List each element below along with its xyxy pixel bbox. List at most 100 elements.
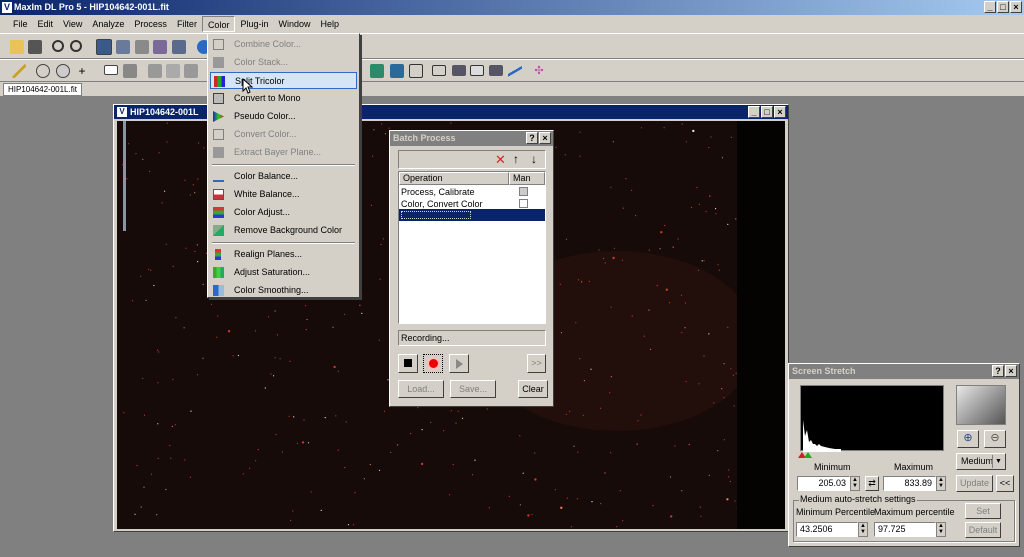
histogram-icon[interactable] xyxy=(470,65,484,76)
stop-button[interactable] xyxy=(398,354,418,373)
minimum-spinner[interactable]: ▲ ▼ xyxy=(850,476,860,491)
batch-row-man-checkbox[interactable] xyxy=(519,187,528,196)
save-button[interactable]: Save... xyxy=(450,380,496,398)
clear-button[interactable]: Clear xyxy=(518,380,548,398)
menu-edit[interactable]: Edit xyxy=(33,16,59,32)
window-icon[interactable] xyxy=(432,65,446,76)
batch-row-selected-empty[interactable] xyxy=(399,209,545,221)
menu-item-combine-color[interactable]: Combine Color... xyxy=(210,36,357,53)
sparkle-icon[interactable]: ✣ xyxy=(532,64,546,78)
max-percentile-spinner[interactable]: ▲ ▼ xyxy=(936,522,946,537)
menu-help[interactable]: Help xyxy=(315,16,344,32)
document-tab[interactable]: HIP104642-001L.fit xyxy=(3,83,82,96)
image-icon[interactable] xyxy=(452,65,466,76)
image-view-icon[interactable] xyxy=(96,39,112,55)
stretch-title-bar[interactable]: Screen Stretch ? × xyxy=(789,364,1019,379)
camera-icon[interactable] xyxy=(172,40,186,54)
open-icon[interactable] xyxy=(10,40,24,54)
batch-row-man-checkbox[interactable] xyxy=(519,199,528,208)
line-profile-icon[interactable] xyxy=(508,64,522,78)
load-button[interactable]: Load... xyxy=(398,380,444,398)
redo-icon[interactable] xyxy=(70,40,82,52)
menu-item-convert-to-mono[interactable]: Convert to Mono xyxy=(210,90,357,107)
collapse-button[interactable]: << xyxy=(996,475,1014,492)
menu-item-color-adjust[interactable]: Color Adjust... xyxy=(210,204,357,221)
stack-icon[interactable] xyxy=(153,40,167,54)
move-up-icon[interactable]: ↑ xyxy=(513,151,519,168)
image-minimize-button[interactable]: _ xyxy=(748,106,760,118)
flip-icon[interactable] xyxy=(166,64,180,78)
close-button[interactable]: × xyxy=(1010,1,1022,13)
menu-file[interactable]: File xyxy=(8,16,33,32)
forward-button[interactable]: >> xyxy=(527,354,546,373)
play-button[interactable] xyxy=(449,354,469,373)
process-icon[interactable] xyxy=(148,64,162,78)
rotate-icon[interactable] xyxy=(184,64,198,78)
menu-plugin[interactable]: Plug-in xyxy=(235,16,273,32)
min-percentile-input[interactable]: 43.2506 xyxy=(796,522,858,537)
layers-icon[interactable] xyxy=(123,64,137,78)
set-button[interactable]: Set xyxy=(965,503,1001,519)
menu-item-realign-planes[interactable]: Realign Planes... xyxy=(210,246,357,263)
plot-icon[interactable] xyxy=(489,65,503,76)
menu-process[interactable]: Process xyxy=(129,16,172,32)
image-maximize-button[interactable]: □ xyxy=(761,106,773,118)
menu-item-white-balance[interactable]: White Balance... xyxy=(210,186,357,203)
histogram-plot[interactable] xyxy=(800,385,944,452)
menu-item-split-tricolor[interactable]: Split Tricolor xyxy=(210,72,357,89)
stretch-close-button[interactable]: × xyxy=(1005,365,1017,377)
move-down-icon[interactable]: ↓ xyxy=(531,151,537,168)
max-percentile-input[interactable]: 97.725 xyxy=(874,522,936,537)
maximum-input[interactable]: 833.89 xyxy=(883,476,936,491)
menu-item-adjust-saturation[interactable]: Adjust Saturation... xyxy=(210,264,357,281)
default-button[interactable]: Default xyxy=(965,522,1001,538)
column-header-man[interactable]: Man xyxy=(509,172,545,185)
menu-view[interactable]: View xyxy=(58,16,87,32)
column-header-operation[interactable]: Operation xyxy=(399,172,509,185)
minimize-button[interactable]: _ xyxy=(984,1,996,13)
rectangle-select-icon[interactable] xyxy=(104,65,118,75)
menu-analyze[interactable]: Analyze xyxy=(87,16,129,32)
batch-help-button[interactable]: ? xyxy=(526,132,538,144)
maximize-button[interactable]: □ xyxy=(997,1,1009,13)
record-button[interactable] xyxy=(423,354,443,373)
update-button[interactable]: Update xyxy=(956,475,993,492)
batch-close-button[interactable]: × xyxy=(539,132,551,144)
image-close-button[interactable]: × xyxy=(774,106,786,118)
menu-item-extract-bayer-plane[interactable]: Extract Bayer Plane... xyxy=(210,144,357,161)
menu-item-color-balance[interactable]: Color Balance... xyxy=(210,168,357,185)
undo-icon[interactable] xyxy=(52,40,64,52)
batch-operation-list[interactable]: Operation Man Process, Calibrate Color, … xyxy=(398,171,546,324)
menu-item-convert-color[interactable]: Convert Color... xyxy=(210,126,357,143)
pencil-icon[interactable] xyxy=(12,64,26,78)
menu-window[interactable]: Window xyxy=(273,16,315,32)
aperture-icon[interactable] xyxy=(36,64,50,78)
batch-dialog-title-bar[interactable]: Batch Process ? × xyxy=(390,131,553,146)
crop-icon[interactable] xyxy=(135,40,149,54)
zoom-in-button[interactable]: ⊕ xyxy=(957,430,979,448)
min-percentile-spinner[interactable]: ▲ ▼ xyxy=(858,522,868,537)
search-star-icon[interactable] xyxy=(56,64,70,78)
maximum-spinner[interactable]: ▲ ▼ xyxy=(936,476,946,491)
minimum-input[interactable]: 205.03 xyxy=(797,476,850,491)
frame-icon[interactable] xyxy=(409,64,423,78)
mosaic-icon[interactable] xyxy=(390,64,404,78)
save-icon[interactable] xyxy=(28,40,42,54)
batch-row-operation[interactable]: Color, Convert Color xyxy=(401,199,483,209)
align-icon[interactable] xyxy=(370,64,384,78)
menu-item-pseudo-color[interactable]: Pseudo Color... xyxy=(210,108,357,125)
menu-item-remove-background-color[interactable]: Remove Background Color xyxy=(210,222,357,239)
menu-item-color-stack[interactable]: Color Stack... xyxy=(210,54,357,71)
stretch-help-button[interactable]: ? xyxy=(992,365,1004,377)
mode-select[interactable]: Medium ▼ xyxy=(956,453,1006,470)
crosshair-icon[interactable]: + xyxy=(75,64,89,78)
delete-icon[interactable]: ✕ xyxy=(495,151,506,168)
menu-filter[interactable]: Filter xyxy=(172,16,202,32)
max-marker-icon[interactable] xyxy=(804,452,812,458)
zoom-out-button[interactable]: ⊖ xyxy=(984,430,1006,448)
zoom-fit-icon[interactable] xyxy=(116,40,130,54)
swap-button[interactable]: ⇄ xyxy=(865,476,879,491)
batch-row-operation[interactable]: Process, Calibrate xyxy=(401,187,475,197)
menu-color[interactable]: Color xyxy=(201,16,236,32)
menu-item-color-smoothing[interactable]: Color Smoothing... xyxy=(210,282,357,299)
